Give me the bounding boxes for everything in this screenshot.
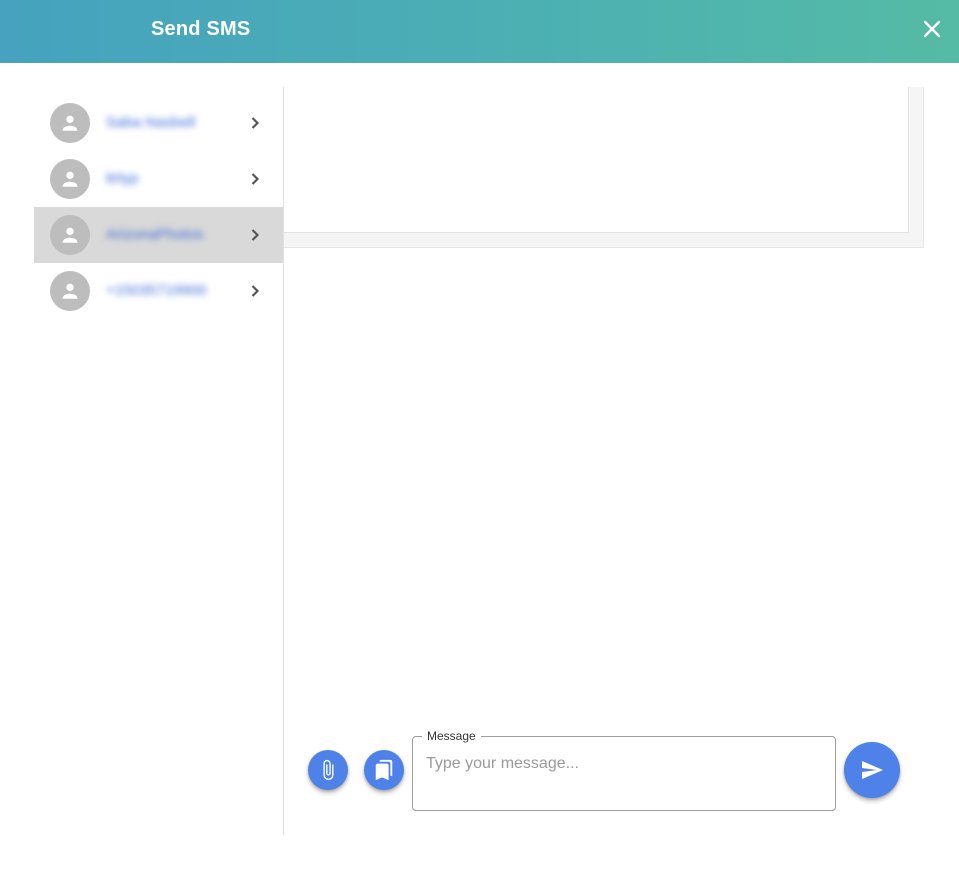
chevron-right-icon [251,117,260,129]
message-thread-panel[interactable] [284,87,924,248]
message-field[interactable]: Message [412,728,836,811]
close-icon [923,20,941,38]
contact-item[interactable]: ttrlyp [34,151,283,207]
person-icon [62,115,78,131]
person-icon [62,283,78,299]
contact-item-selected[interactable]: ArizonaPhotos [34,207,283,263]
contact-name: ttrlyp [106,170,139,187]
bookmarks-icon [375,759,393,781]
chevron-right-icon [251,285,260,297]
templates-button[interactable] [364,750,404,790]
contact-list: Saba Nasbell ttrlyp ArizonaPhotos +15035… [34,95,283,835]
contact-item[interactable]: Saba Nasbell [34,95,283,151]
message-input[interactable] [426,755,821,795]
dialog-title: Send SMS [151,18,251,40]
contact-item[interactable]: +15035719900 [34,263,283,319]
chevron-right-icon [251,173,260,185]
message-label: Message [422,728,481,744]
avatar [50,271,90,311]
close-button[interactable] [918,15,946,43]
paperclip-icon [323,759,334,781]
contact-name: +15035719900 [106,282,207,299]
avatar [50,159,90,199]
person-icon [62,171,78,187]
avatar [50,215,90,255]
person-icon [62,227,78,243]
contact-name: ArizonaPhotos [106,226,204,243]
chevron-right-icon [251,229,260,241]
avatar [50,103,90,143]
message-thread-content [284,87,909,233]
attach-button[interactable] [308,750,348,790]
dialog-header: Send SMS [0,0,959,63]
contact-name: Saba Nasbell [106,114,196,131]
send-icon [862,761,883,779]
send-button[interactable] [844,742,900,798]
